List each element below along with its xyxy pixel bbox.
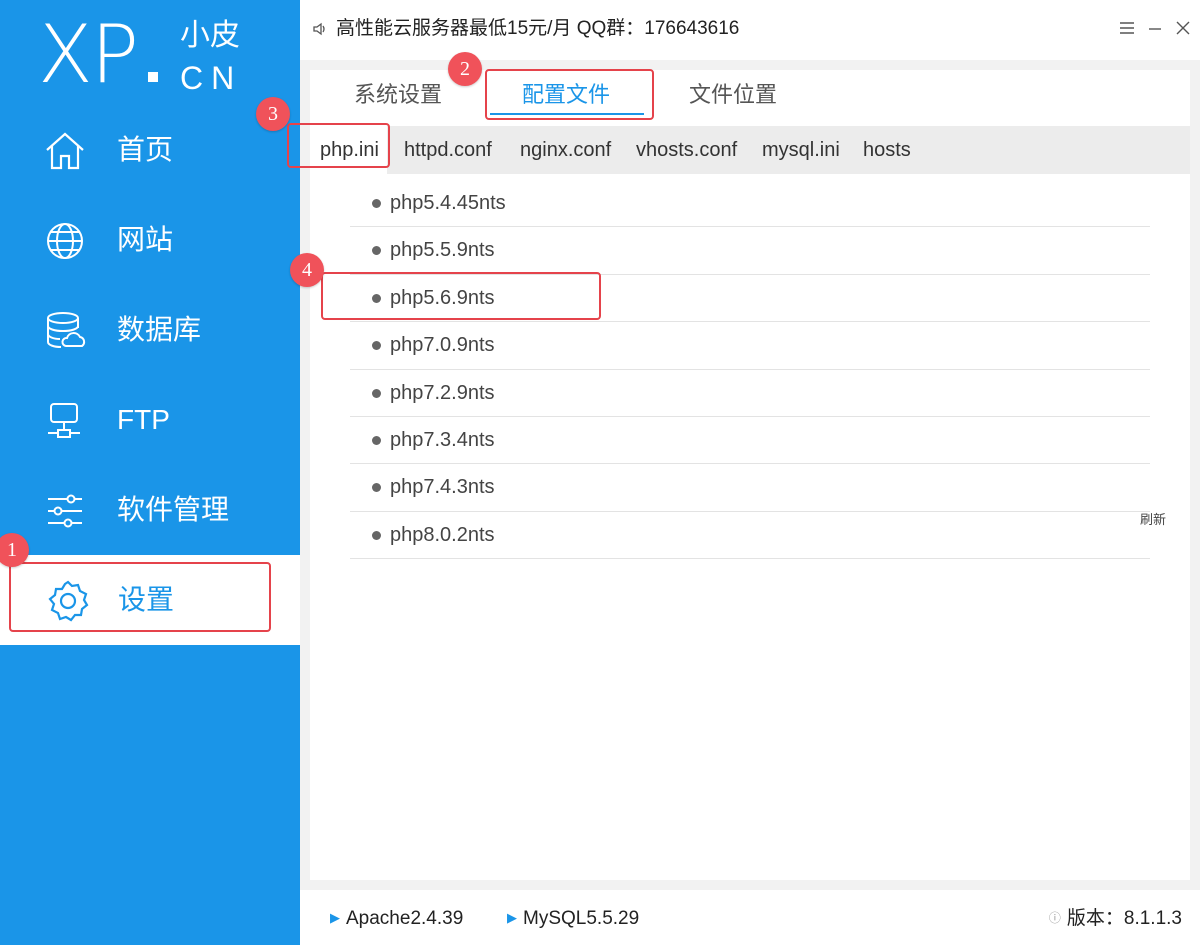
ftp-server-icon xyxy=(48,403,80,438)
mysql-service[interactable]: ▶ MySQL5.5.29 xyxy=(507,906,639,931)
php-version-list: php5.4.45nts php5.5.9nts php5.6.9nts php… xyxy=(350,180,1150,560)
list-item[interactable]: php5.4.45nts xyxy=(350,180,1150,228)
play-icon: ▶ xyxy=(507,910,517,925)
bullet-icon xyxy=(372,483,381,493)
file-name: php5.5.9nts xyxy=(390,239,495,262)
annotation-box-4 xyxy=(321,272,601,320)
main-panel: 系统设置 配置文件 文件位置 php.ini httpd.conf nginx.… xyxy=(310,70,1190,880)
logo-cn-top: 小皮 xyxy=(180,19,240,52)
title-bar: 高性能云服务器最低15元/月 QQ群：176643616 xyxy=(300,0,1200,60)
sidebar-item-database[interactable]: 数据库 xyxy=(0,285,300,375)
subtab-hosts[interactable]: hosts xyxy=(863,137,911,163)
mysql-label: MySQL5.5.29 xyxy=(523,908,640,929)
file-name: php8.0.2nts xyxy=(390,523,495,546)
list-item[interactable]: php7.0.9nts xyxy=(350,322,1150,370)
version-number: 8.1.1.3 xyxy=(1123,908,1182,929)
bullet-icon xyxy=(372,530,381,540)
info-icon: ⓘ xyxy=(1048,911,1061,925)
annotation-badge-3: 3 xyxy=(256,97,290,131)
sliders-icon xyxy=(48,494,82,528)
annotation-badge-4: 4 xyxy=(290,253,324,287)
sidebar-item-label: 网站 xyxy=(117,224,174,255)
tab-bar: 系统设置 配置文件 文件位置 xyxy=(310,70,1190,125)
file-name: php7.0.9nts xyxy=(390,334,495,357)
sidebar-item-label: 首页 xyxy=(117,134,174,165)
tab-system-settings[interactable]: 系统设置 xyxy=(354,80,442,110)
sidebar: XP 小皮 CN 首页 网站 数据库 FTP 软件管理 设置 xyxy=(0,0,300,945)
apache-service[interactable]: ▶ Apache2.4.39 xyxy=(330,906,463,931)
annotation-badge-2: 2 xyxy=(448,52,482,86)
speaker-icon xyxy=(313,22,325,36)
list-item[interactable]: php8.0.2nts xyxy=(350,512,1150,560)
sidebar-nav: 首页 网站 数据库 FTP 软件管理 xyxy=(0,105,300,555)
bullet-icon xyxy=(372,246,381,256)
sidebar-item-label: 数据库 xyxy=(117,314,202,345)
list-item[interactable]: php7.3.4nts xyxy=(350,417,1150,465)
list-item[interactable]: php7.2.9nts xyxy=(350,370,1150,417)
config-subtab-bar: php.ini httpd.conf nginx.conf vhosts.con… xyxy=(310,126,1190,174)
sidebar-item-label: FTP xyxy=(117,404,170,435)
file-name: php5.4.45nts xyxy=(390,192,506,214)
subtab-nginx-conf[interactable]: nginx.conf xyxy=(520,137,611,163)
close-icon[interactable] xyxy=(1172,18,1194,40)
sidebar-item-label: 软件管理 xyxy=(117,494,230,525)
minimize-icon[interactable] xyxy=(1144,18,1166,40)
home-icon xyxy=(46,132,84,170)
bullet-icon xyxy=(372,435,381,445)
database-icon xyxy=(47,312,86,348)
notice-text[interactable]: 高性能云服务器最低15元/月 QQ群：176643616 xyxy=(336,17,739,41)
app-logo: XP 小皮 CN xyxy=(38,12,258,98)
version-label: 版本： xyxy=(1066,908,1124,929)
play-icon: ▶ xyxy=(330,910,340,925)
file-name: php7.2.9nts xyxy=(390,381,495,404)
annotation-box-3 xyxy=(287,123,390,168)
file-name: php7.3.4nts xyxy=(390,428,495,451)
subtab-vhosts-conf[interactable]: vhosts.conf xyxy=(636,137,737,163)
bullet-icon xyxy=(372,388,381,398)
sidebar-item-website[interactable]: 网站 xyxy=(0,195,300,285)
bullet-icon xyxy=(372,199,381,208)
subtab-httpd-conf[interactable]: httpd.conf xyxy=(404,137,492,163)
tab-file-location[interactable]: 文件位置 xyxy=(689,80,777,110)
logo-dot xyxy=(148,72,158,82)
bullet-icon xyxy=(372,341,381,351)
list-item[interactable]: php5.5.9nts xyxy=(350,227,1150,275)
menu-icon[interactable] xyxy=(1116,18,1138,40)
sidebar-item-home[interactable]: 首页 xyxy=(0,105,300,195)
logo-cn-bottom: CN xyxy=(180,60,243,96)
annotation-box-2 xyxy=(485,69,654,120)
annotation-box-1 xyxy=(9,562,271,632)
refresh-button[interactable]: 刷新 xyxy=(1140,509,1166,528)
version-info: ⓘ 版本：8.1.1.3 xyxy=(1049,906,1182,931)
sidebar-item-ftp[interactable]: FTP xyxy=(0,375,300,465)
logo-main: XP xyxy=(38,8,139,101)
file-name: php7.4.3nts xyxy=(390,476,495,499)
status-bar: ▶ Apache2.4.39 ▶ MySQL5.5.29 ⓘ 版本：8.1.1.3 xyxy=(300,890,1200,945)
apache-label: Apache2.4.39 xyxy=(346,908,464,929)
sidebar-item-software[interactable]: 软件管理 xyxy=(0,465,300,555)
list-item[interactable]: php7.4.3nts xyxy=(350,464,1150,512)
globe-icon xyxy=(47,223,83,259)
subtab-mysql-ini[interactable]: mysql.ini xyxy=(762,137,840,163)
